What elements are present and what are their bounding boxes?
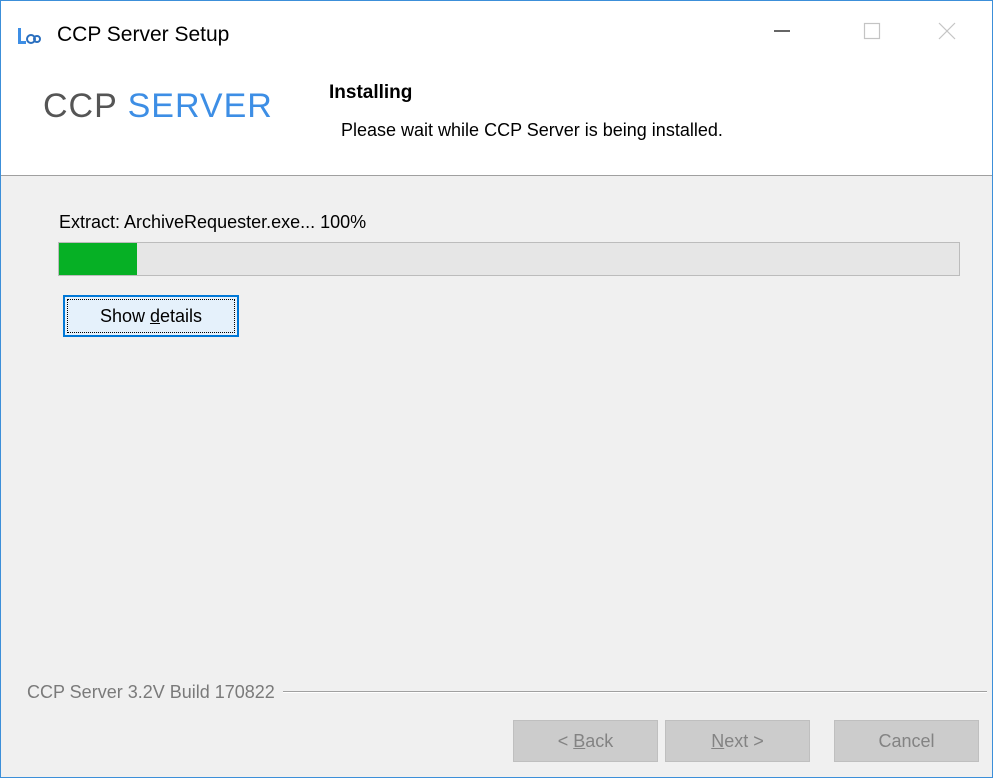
close-button xyxy=(902,1,992,61)
page-subtitle: Please wait while CCP Server is being in… xyxy=(341,120,723,140)
show-details-button[interactable]: Show details xyxy=(63,295,239,337)
cancel-button[interactable]: Cancel xyxy=(834,720,979,762)
next-label: Next > xyxy=(711,730,764,751)
install-progress-bar xyxy=(58,242,960,276)
progress-status-text: Extract: ArchiveRequester.exe... 100% xyxy=(59,212,367,232)
show-details-label: Show details xyxy=(99,305,203,326)
maximize-icon xyxy=(863,22,881,40)
logo-server-text: SERVER xyxy=(127,87,273,125)
minimize-button[interactable] xyxy=(737,1,827,61)
version-label: CCP Server 3.2V Build 170822 xyxy=(27,681,283,703)
window-title: CCP Server Setup xyxy=(57,23,230,46)
logo-ccp-text: CCP xyxy=(43,87,118,125)
installer-window: CCP Server Setup CCP SERVER Installing P… xyxy=(0,0,993,778)
progress-fill xyxy=(59,243,138,275)
title-bar[interactable]: CCP Server Setup xyxy=(1,1,992,61)
close-icon xyxy=(938,22,956,40)
minimize-icon xyxy=(774,30,790,32)
app-icon xyxy=(18,28,41,44)
ccp-server-logo: CCP SERVER xyxy=(43,86,273,126)
back-button[interactable]: < Back xyxy=(513,720,658,762)
page-title: Installing xyxy=(329,82,413,103)
header-banner: CCP SERVER Installing Please wait while … xyxy=(1,61,992,176)
back-label: < Back xyxy=(557,730,614,751)
next-button[interactable]: Next > xyxy=(665,720,810,762)
